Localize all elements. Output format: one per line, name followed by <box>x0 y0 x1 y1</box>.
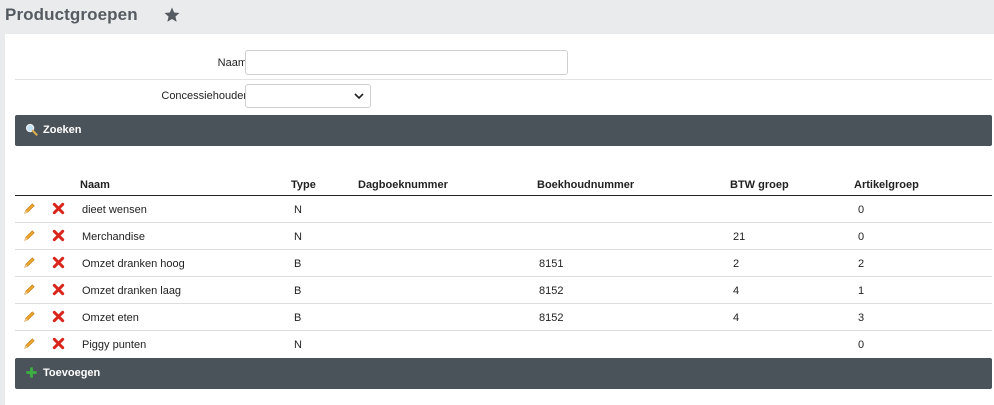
table-header: Naam Type Dagboeknummer Boekhoudnummer B… <box>15 176 992 196</box>
cell-naam: Piggy punten <box>82 339 147 351</box>
cell-boekhoudnummer: 8151 <box>539 258 564 270</box>
delete-icon[interactable] <box>52 256 65 269</box>
page-title: Productgroepen <box>5 5 138 24</box>
cell-type: N <box>294 231 302 243</box>
cell-btw-groep: 2 <box>733 258 740 270</box>
delete-icon[interactable] <box>52 202 65 215</box>
search-button-label: Zoeken <box>43 124 82 136</box>
search-button[interactable]: Zoeken <box>15 115 992 146</box>
column-header-btw-groep[interactable]: BTW groep <box>730 179 789 191</box>
main-content: Naam Concessiehouder Zoeken Naam Type Da… <box>5 34 994 405</box>
cell-type: B <box>294 312 302 324</box>
cell-naam: Omzet dranken hoog <box>82 258 185 270</box>
column-header-naam[interactable]: Naam <box>80 179 110 191</box>
cell-artikelgroep: 0 <box>858 339 865 351</box>
plus-icon <box>26 367 37 378</box>
column-header-dagboeknummer[interactable]: Dagboeknummer <box>358 179 448 191</box>
pencil-icon[interactable] <box>23 337 36 350</box>
add-button-label: Toevoegen <box>43 367 101 379</box>
pencil-icon[interactable] <box>23 310 36 323</box>
table-row: Piggy punten N 0 <box>15 331 992 358</box>
concessiehouder-label: Concessiehouder <box>161 90 247 102</box>
magnifier-icon <box>25 123 38 136</box>
cell-artikelgroep: 3 <box>858 312 865 324</box>
chevron-down-icon <box>354 93 364 100</box>
star-icon[interactable] <box>163 6 181 24</box>
cell-artikelgroep: 0 <box>858 231 865 243</box>
delete-icon[interactable] <box>52 310 65 323</box>
cell-btw-groep: 4 <box>733 285 740 297</box>
cell-btw-groep: 21 <box>733 231 746 243</box>
pencil-icon[interactable] <box>23 283 36 296</box>
cell-naam: dieet wensen <box>82 204 147 216</box>
column-header-type[interactable]: Type <box>291 179 316 191</box>
table-row: Omzet dranken laag B 8152 4 1 <box>15 277 992 304</box>
table-row: Omzet dranken hoog B 8151 2 2 <box>15 250 992 277</box>
cell-artikelgroep: 2 <box>858 258 865 270</box>
delete-icon[interactable] <box>52 283 65 296</box>
table-row: Merchandise N 21 0 <box>15 223 992 250</box>
cell-btw-groep: 4 <box>733 312 740 324</box>
page-header: Productgroepen <box>0 0 994 34</box>
cell-boekhoudnummer: 8152 <box>539 285 564 297</box>
cell-type: N <box>294 339 302 351</box>
naam-input[interactable] <box>245 50 568 75</box>
table-row: dieet wensen N 0 <box>15 196 992 223</box>
concessiehouder-select[interactable] <box>245 84 371 108</box>
table-row: Omzet eten B 8152 4 3 <box>15 304 992 331</box>
cell-boekhoudnummer: 8152 <box>539 312 564 324</box>
cell-type: B <box>294 285 302 297</box>
cell-naam: Omzet eten <box>82 312 139 324</box>
pencil-icon[interactable] <box>23 256 36 269</box>
pencil-icon[interactable] <box>23 229 36 242</box>
concessiehouder-form-row: Concessiehouder <box>15 80 992 114</box>
cell-naam: Merchandise <box>82 231 145 243</box>
cell-artikelgroep: 1 <box>858 285 865 297</box>
cell-naam: Omzet dranken laag <box>82 285 182 297</box>
cell-type: B <box>294 258 302 270</box>
add-button[interactable]: Toevoegen <box>15 358 992 389</box>
naam-label: Naam <box>217 57 247 69</box>
column-header-boekhoudnummer[interactable]: Boekhoudnummer <box>537 179 634 191</box>
cell-type: N <box>294 204 302 216</box>
delete-icon[interactable] <box>52 229 65 242</box>
cell-artikelgroep: 0 <box>858 204 865 216</box>
column-header-artikelgroep[interactable]: Artikelgroep <box>854 179 919 191</box>
naam-form-row: Naam <box>15 47 992 80</box>
pencil-icon[interactable] <box>23 202 36 215</box>
delete-icon[interactable] <box>52 337 65 350</box>
